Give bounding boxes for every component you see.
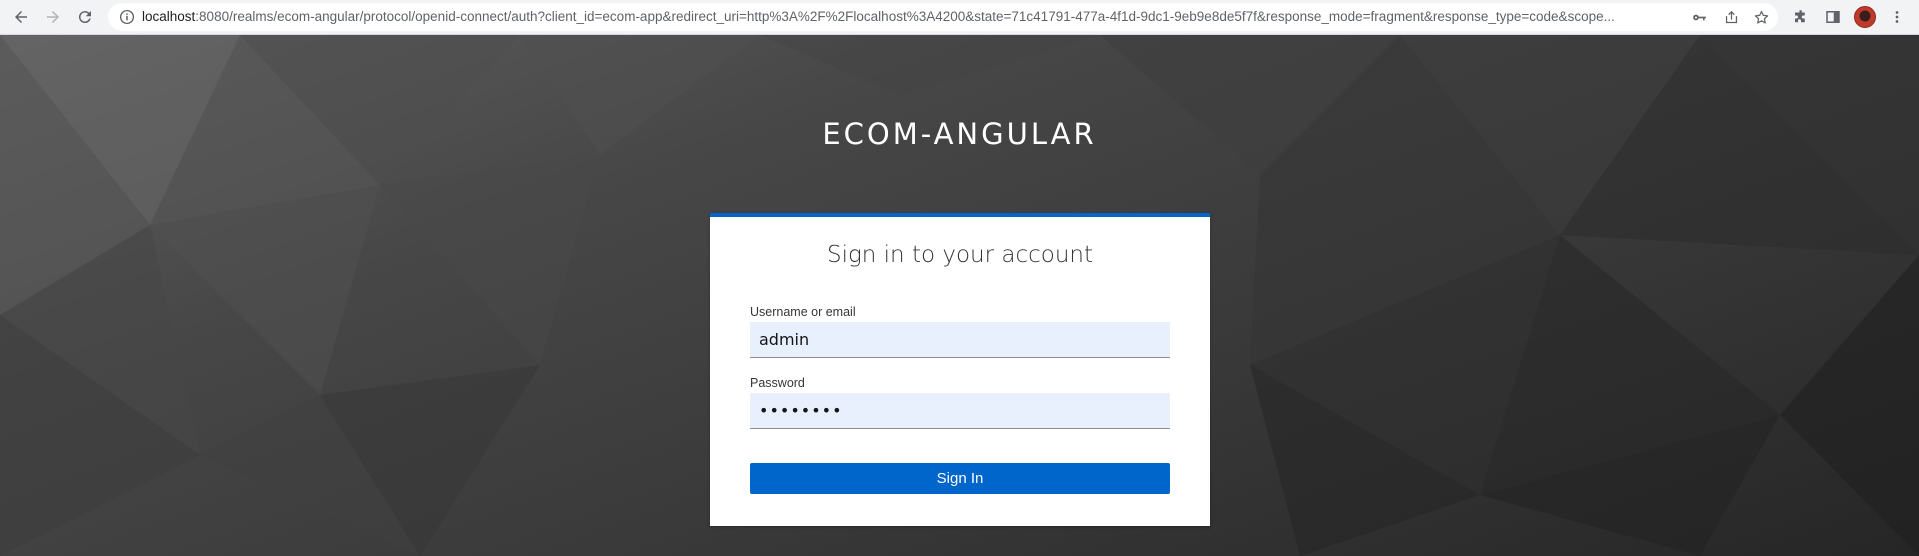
menu-icon[interactable]: [1884, 4, 1910, 30]
realm-title: ECOM-ANGULAR: [822, 117, 1097, 151]
url-text[interactable]: localhost:8080/realms/ecom-angular/proto…: [142, 3, 1666, 31]
url-host: localhost: [142, 9, 196, 24]
browser-toolbar: localhost:8080/realms/ecom-angular/proto…: [0, 0, 1919, 35]
star-icon[interactable]: [1752, 8, 1770, 26]
login-heading: Sign in to your account: [826, 242, 1094, 268]
back-arrow-icon[interactable]: [8, 4, 34, 30]
login-page: ECOM-ANGULAR Sign in to your account Use…: [0, 35, 1919, 556]
url-path: :8080/realms/ecom-angular/protocol/openi…: [195, 9, 1615, 24]
info-icon[interactable]: [118, 8, 136, 26]
share-icon[interactable]: [1722, 8, 1740, 26]
password-label: Password: [750, 376, 805, 390]
reload-icon[interactable]: [72, 4, 98, 30]
key-icon[interactable]: [1690, 8, 1708, 26]
profile-avatar[interactable]: [1854, 6, 1876, 28]
sign-in-button[interactable]: Sign In: [750, 463, 1170, 494]
side-panel-icon[interactable]: [1820, 4, 1846, 30]
password-input[interactable]: ••••••••: [750, 393, 1170, 429]
address-bar[interactable]: localhost:8080/realms/ecom-angular/proto…: [108, 3, 1778, 31]
username-label: Username or email: [750, 305, 856, 319]
forward-arrow-icon[interactable]: [40, 4, 66, 30]
extensions-icon[interactable]: [1788, 4, 1814, 30]
login-card: Sign in to your account Username or emai…: [710, 213, 1210, 526]
username-input[interactable]: admin: [750, 322, 1170, 358]
